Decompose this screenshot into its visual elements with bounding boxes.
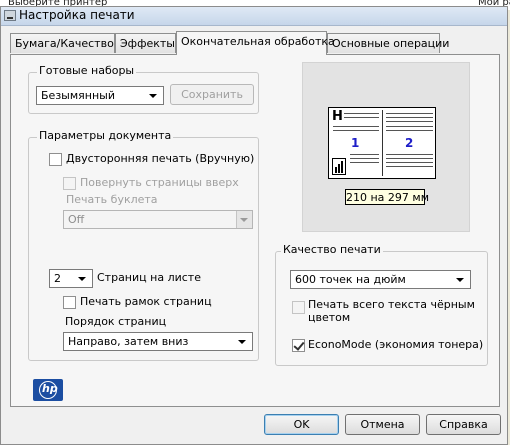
finishing-panel: Готовые наборы Безымянный Сохранить Пара… <box>10 54 500 407</box>
tab-label: Основные операции <box>332 37 450 50</box>
print-settings-dialog: Настройка печати Бумага/Качество Эффекты… <box>0 6 508 445</box>
pages-per-sheet-label: Страниц на листе <box>97 271 201 284</box>
paper-size-label: 210 на 297 мм <box>345 189 430 205</box>
preview-sheet: H 1 2 <box>328 107 436 179</box>
title-bar[interactable]: Настройка печати <box>1 7 507 26</box>
booklet-select-value: Off <box>68 213 85 226</box>
print-quality-group-label: Качество печати <box>281 243 383 256</box>
flip-pages-label: Повернуть страницы вверх <box>80 176 239 189</box>
tab-effects[interactable]: Эффекты <box>115 33 176 53</box>
tab-label: Бумага/Качество <box>15 37 114 50</box>
print-borders-label: Печать рамок страниц <box>80 295 212 308</box>
resolution-value: 600 точек на дюйм <box>295 273 406 286</box>
preview-page-2: 2 <box>405 136 414 150</box>
chevron-down-icon <box>78 277 86 281</box>
page-order-label: Порядок страниц <box>65 315 167 328</box>
page-order-value: Направо, затем вниз <box>68 335 189 348</box>
economode-label: EconoMode (экономия тонера) <box>308 338 484 351</box>
chevron-down-icon <box>149 94 157 98</box>
booklet-label: Печать буклета <box>66 193 158 206</box>
all-text-black-checkbox[interactable] <box>292 301 305 314</box>
tab-label: Эффекты <box>120 37 175 50</box>
page-preview: H 1 2 210 на 297 мм <box>302 62 470 232</box>
ok-button[interactable]: OK <box>264 414 339 435</box>
save-preset-button[interactable]: Сохранить <box>170 84 254 105</box>
duplex-label: Двусторонняя печать (Вручную) <box>66 152 255 165</box>
tab-label: Окончательная обработка <box>181 35 335 48</box>
preview-page-1: 1 <box>351 136 360 150</box>
cancel-button[interactable]: Отмена <box>345 414 420 435</box>
print-borders-checkbox[interactable] <box>63 296 76 309</box>
chevron-down-icon <box>240 218 248 222</box>
presets-group-label: Готовые наборы <box>37 64 137 77</box>
chart-glyph-icon <box>332 158 346 175</box>
booklet-select[interactable]: Off <box>63 210 253 229</box>
duplex-checkbox[interactable] <box>49 153 62 166</box>
pages-per-sheet-select[interactable]: 2 <box>49 269 93 288</box>
printer-icon <box>4 10 16 21</box>
dialog-title: Настройка печати <box>19 8 135 22</box>
hp-logo-text: hp <box>42 382 58 395</box>
tab-basics[interactable]: Основные операции <box>327 33 449 53</box>
all-text-black-label: Печать всего текста чёрным цветом <box>308 298 475 324</box>
chevron-down-icon <box>238 340 246 344</box>
hp-logo: hp <box>33 379 63 401</box>
pages-per-sheet-value: 2 <box>54 272 61 285</box>
help-button[interactable]: Справка <box>426 414 501 435</box>
presets-select[interactable]: Безымянный <box>36 86 164 105</box>
tab-paper-quality[interactable]: Бумага/Качество <box>10 33 115 53</box>
document-options-group-label: Параметры документа <box>37 129 174 142</box>
header-mark: H <box>332 109 343 124</box>
page-order-select[interactable]: Направо, затем вниз <box>63 332 253 351</box>
chevron-down-icon <box>456 278 464 282</box>
flip-pages-checkbox[interactable] <box>63 177 76 190</box>
presets-select-value: Безымянный <box>41 89 115 102</box>
tab-finishing[interactable]: Окончательная обработка <box>176 31 335 55</box>
resolution-select[interactable]: 600 точек на дюйм <box>290 270 471 289</box>
economode-checkbox[interactable] <box>292 339 305 352</box>
